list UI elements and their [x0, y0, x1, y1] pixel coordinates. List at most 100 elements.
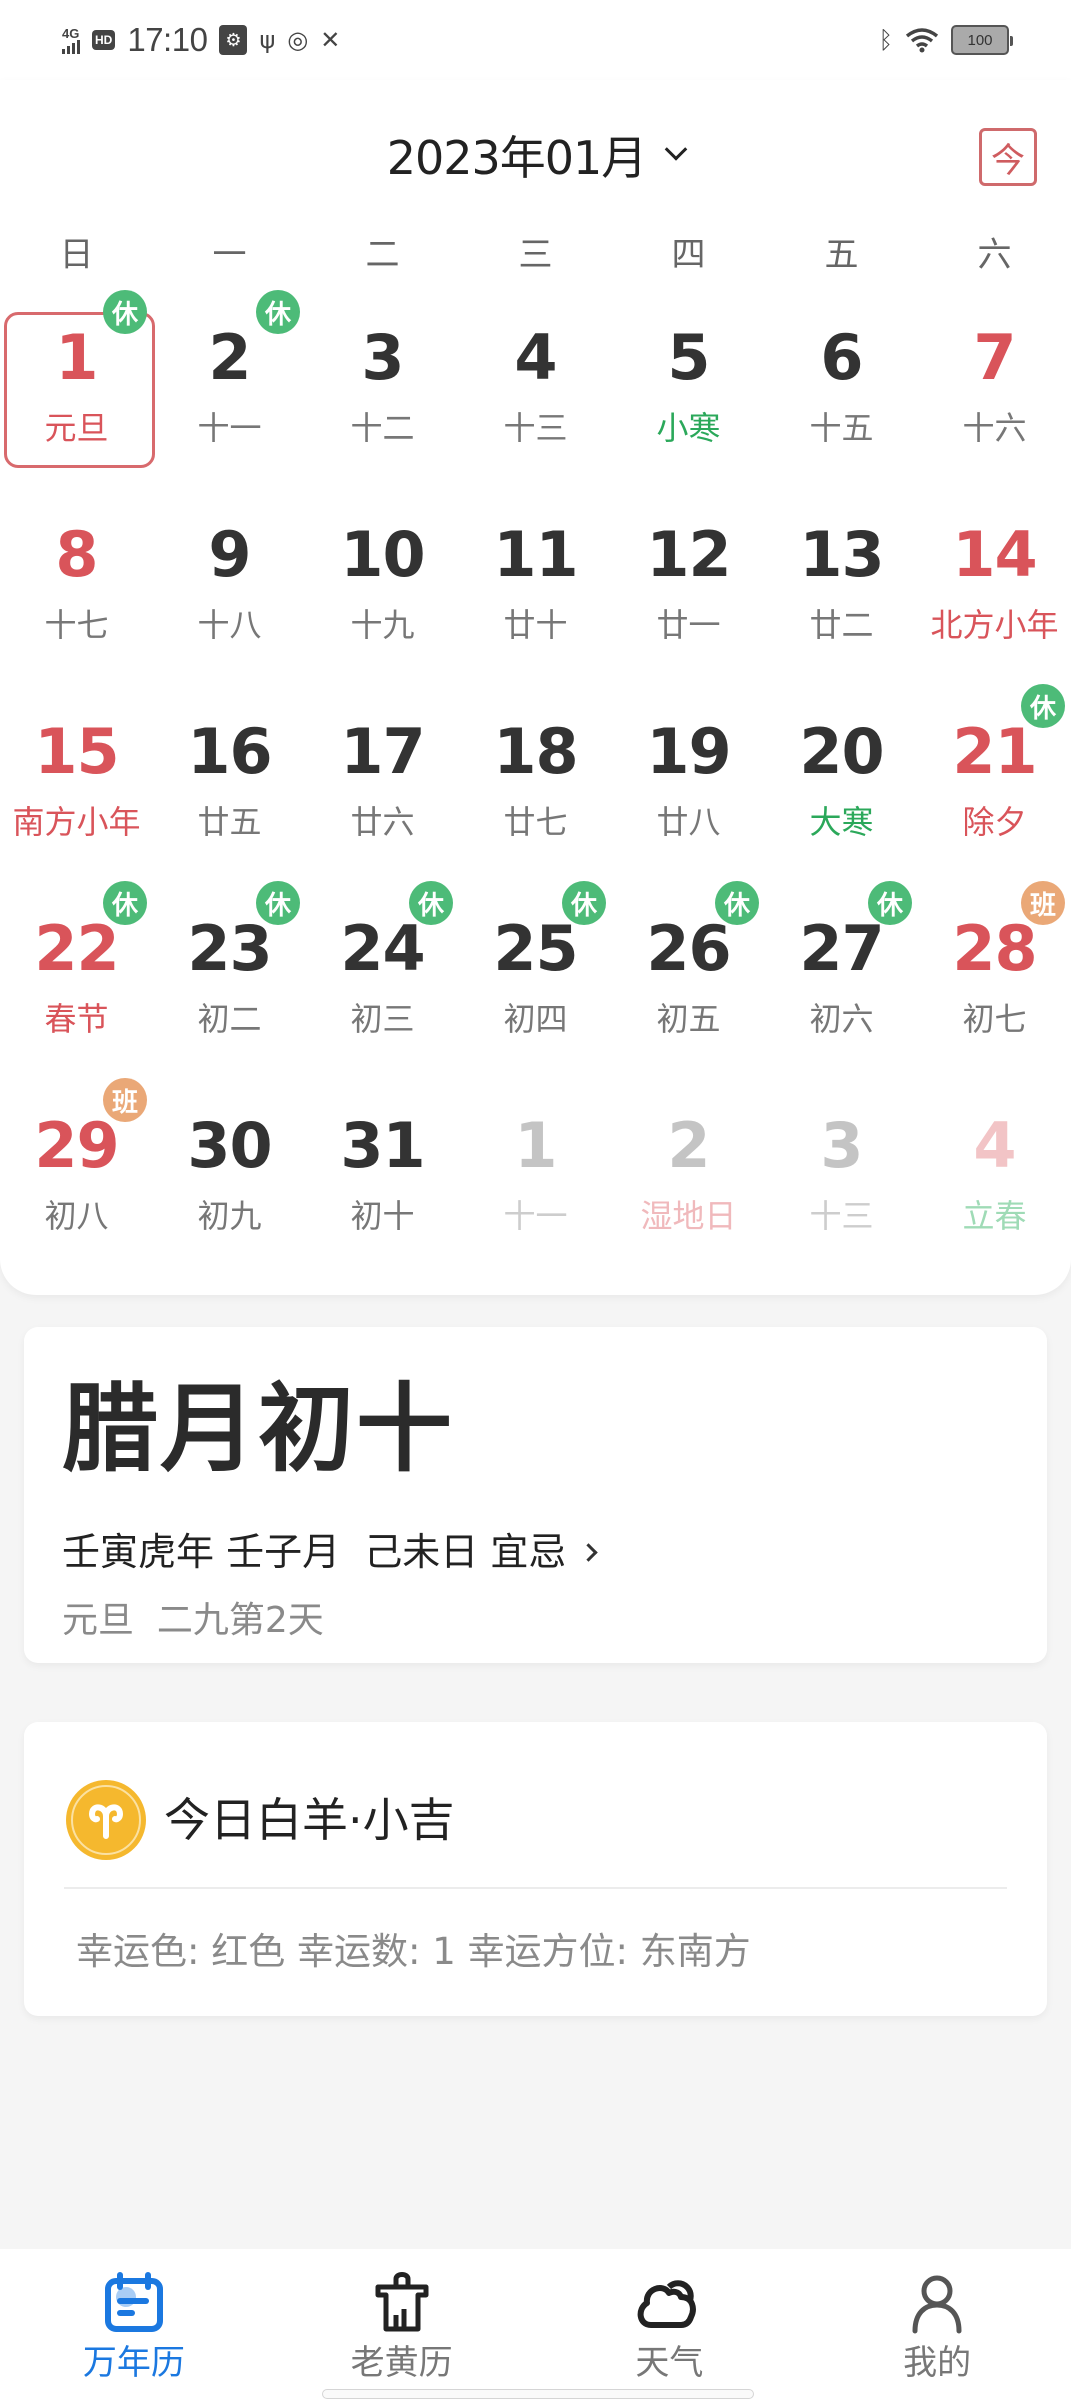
lunar-label: 十一 — [503, 1197, 568, 1235]
day-cell[interactable]: 3 十三 — [765, 1078, 918, 1275]
holiday-rest-badge: 休 — [868, 881, 912, 925]
ganzhi-yiji-link[interactable]: 壬寅虎年 壬子月 己未日 宜忌 — [62, 1527, 599, 1577]
day-cell[interactable]: 4 立春 — [918, 1078, 1071, 1275]
lunar-label: 廿七 — [503, 803, 568, 841]
day-cell[interactable]: 20 大寒 — [765, 684, 918, 881]
divider — [64, 1887, 1007, 1889]
festival-info: 元旦 二九第2天 — [62, 1600, 324, 1641]
day-number: 20 — [799, 715, 884, 788]
day-cell[interactable]: 4 十三 — [459, 290, 612, 487]
nav-item-mine[interactable]: 我的 — [803, 2249, 1071, 2399]
day-cell[interactable]: 24 初三休 — [306, 881, 459, 1078]
lunar-label: 十八 — [197, 606, 262, 644]
day-cell[interactable]: 28 初七班 — [918, 881, 1071, 1078]
network-type: 4G — [62, 25, 80, 41]
weekday-label: 一 — [212, 235, 247, 275]
lunar-label: 初十 — [350, 1197, 415, 1235]
calendar-grid: 1 元旦休 2 十一休 3 十二 4 十三 5 小寒 6 十五 7 十六 8 十七 9 十八 10 十九 11 廿十 12 廿… — [0, 290, 1071, 1275]
nav-item-calendar[interactable]: 万年历 — [0, 2249, 268, 2399]
horoscope-card[interactable]: 今日白羊·小吉 幸运色: 红色 幸运数: 1 幸运方位: 东南方 — [24, 1722, 1047, 2016]
day-cell[interactable]: 16 廿五 — [153, 684, 306, 881]
day-cell[interactable]: 17 廿六 — [306, 684, 459, 881]
day-cell[interactable]: 27 初六休 — [765, 881, 918, 1078]
month-selector[interactable]: 2023年01月 — [387, 122, 688, 188]
home-indicator[interactable] — [322, 2389, 754, 2399]
nav-item-weather[interactable]: 天气 — [536, 2249, 804, 2399]
holiday-rest-badge: 休 — [256, 881, 300, 925]
brush-icon — [367, 2271, 437, 2335]
lunar-label: 小寒 — [656, 409, 721, 447]
weekday-label: 三 — [518, 235, 553, 275]
lunar-label: 北方小年 — [930, 606, 1059, 644]
day-cell[interactable]: 6 十五 — [765, 290, 918, 487]
day-cell[interactable]: 11 廿十 — [459, 487, 612, 684]
day-cell[interactable]: 25 初四休 — [459, 881, 612, 1078]
horoscope-title: 今日白羊·小吉 — [164, 1793, 455, 1847]
day-cell[interactable]: 3 十二 — [306, 290, 459, 487]
day-cell[interactable]: 31 初十 — [306, 1078, 459, 1275]
lunar-label: 初四 — [503, 1000, 568, 1038]
day-cell[interactable]: 13 廿二 — [765, 487, 918, 684]
day-number: 12 — [646, 518, 731, 591]
nav-item-almanac[interactable]: 老黄历 — [268, 2249, 536, 2399]
lunar-label: 廿一 — [656, 606, 721, 644]
wifi-icon — [905, 28, 939, 53]
day-cell[interactable]: 18 廿七 — [459, 684, 612, 881]
day-cell[interactable]: 26 初五休 — [612, 881, 765, 1078]
day-cell[interactable]: 2 十一休 — [153, 290, 306, 487]
chevron-down-icon — [664, 138, 688, 161]
day-number: 16 — [187, 715, 272, 788]
today-button[interactable]: 今 — [979, 128, 1037, 186]
day-number: 17 — [340, 715, 425, 788]
day-cell[interactable]: 2 湿地日 — [612, 1078, 765, 1275]
day-cell[interactable]: 14 北方小年 — [918, 487, 1071, 684]
lunar-date-title: 腊月初十 — [62, 1372, 454, 1485]
day-cell[interactable]: 9 十八 — [153, 487, 306, 684]
lunar-label: 初七 — [962, 1000, 1027, 1038]
day-cell[interactable]: 23 初二休 — [153, 881, 306, 1078]
lucky-info: 幸运色: 红色 幸运数: 1 幸运方位: 东南方 — [76, 1930, 751, 1973]
lunar-label: 大寒 — [809, 803, 874, 841]
day-cell[interactable]: 22 春节休 — [0, 881, 153, 1078]
lunar-label: 十六 — [962, 409, 1027, 447]
day-number: 30 — [187, 1109, 272, 1182]
lunar-label: 廿十 — [503, 606, 568, 644]
day-cell[interactable]: 10 十九 — [306, 487, 459, 684]
lunar-label: 十七 — [44, 606, 109, 644]
holiday-rest-badge: 休 — [715, 881, 759, 925]
holiday-rest-badge: 休 — [103, 881, 147, 925]
day-number: 31 — [340, 1109, 425, 1182]
nav-label: 老黄历 — [350, 2343, 453, 2383]
speedometer-icon: ◎ — [287, 26, 309, 54]
weekday-label: 二 — [365, 235, 400, 275]
day-cell[interactable]: 7 十六 — [918, 290, 1071, 487]
lunar-label: 南方小年 — [12, 803, 141, 841]
month-header: 2023年01月 — [0, 120, 1071, 190]
lunar-label: 十三 — [503, 409, 568, 447]
day-number: 4 — [514, 321, 557, 394]
nav-label: 我的 — [903, 2343, 972, 2383]
battery-icon: 100 — [951, 25, 1013, 55]
day-number: 18 — [493, 715, 578, 788]
day-number: 6 — [820, 321, 863, 394]
day-cell[interactable]: 15 南方小年 — [0, 684, 153, 881]
day-cell[interactable]: 8 十七 — [0, 487, 153, 684]
day-cell[interactable]: 19 廿八 — [612, 684, 765, 881]
cellular-signal-icon: 4G — [62, 27, 80, 54]
weekday-label: 四 — [671, 235, 706, 275]
calendar-card: 2023年01月 今 日一二三四五六 1 元旦休 2 十一休 3 十二 4 十三 5 小寒 6 十五 7… — [0, 80, 1071, 1295]
lunar-detail-card: 腊月初十 壬寅虎年 壬子月 己未日 宜忌 元旦 二九第2天 — [24, 1327, 1047, 1663]
lunar-label: 立春 — [962, 1197, 1027, 1235]
day-cell[interactable]: 12 廿一 — [612, 487, 765, 684]
status-bar: 4G HD 17:10 ⚙ ψ ◎ ✕ ᛒ 100 — [0, 0, 1071, 80]
day-cell[interactable]: 1 十一 — [459, 1078, 612, 1275]
day-cell[interactable]: 21 除夕休 — [918, 684, 1071, 881]
day-cell[interactable]: 5 小寒 — [612, 290, 765, 487]
day-cell[interactable]: 29 初八班 — [0, 1078, 153, 1275]
holiday-rest-badge: 休 — [256, 290, 300, 334]
day-cell-selected[interactable]: 1 元旦休 — [0, 290, 155, 487]
lunar-label: 十一 — [197, 409, 262, 447]
day-cell[interactable]: 30 初九 — [153, 1078, 306, 1275]
day-number: 7 — [973, 321, 1016, 394]
bottom-nav: 万年历 老黄历 天气 我的 — [0, 2249, 1071, 2399]
